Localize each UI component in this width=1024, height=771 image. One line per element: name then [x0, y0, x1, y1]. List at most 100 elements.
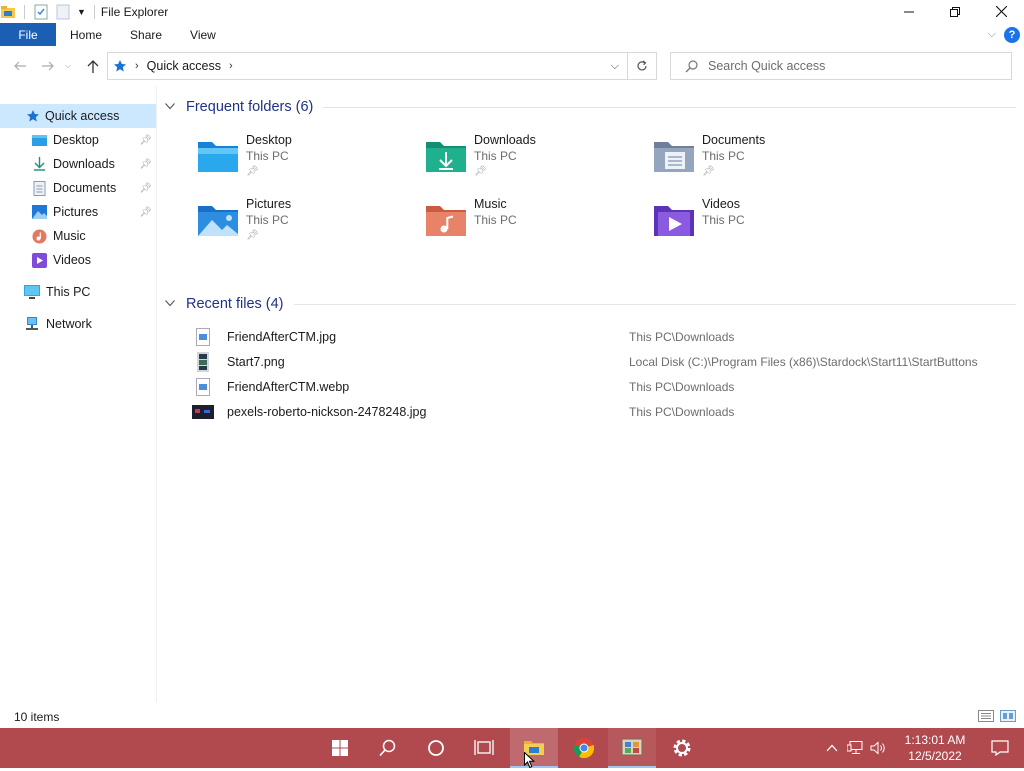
file-name: pexels-roberto-nickson-2478248.jpg [227, 404, 427, 419]
computer-icon [24, 285, 40, 299]
large-icons-view-icon[interactable] [1000, 710, 1016, 722]
folder-name: Videos [702, 197, 740, 211]
address-bar[interactable]: › Quick access › ⌵ [107, 52, 628, 80]
music-folder-icon [424, 200, 468, 240]
customize-toolbar-dropdown[interactable]: ▼ [77, 7, 86, 17]
system-tray [826, 728, 886, 768]
task-view-button[interactable] [460, 728, 508, 768]
file-name: Start7.png [227, 354, 285, 369]
new-folder-icon[interactable] [55, 4, 71, 20]
item-count: 10 items [14, 710, 60, 724]
folder-tile-documents[interactable]: Documents This PC 📌︎ [652, 132, 872, 192]
volume-icon[interactable] [870, 741, 886, 755]
list-item[interactable]: pexels-roberto-nickson-2478248.jpg This … [192, 399, 1012, 424]
taskbar-clock[interactable]: 1:13:01 AM 12/5/2022 [896, 728, 974, 768]
show-hidden-icons-chevron-icon[interactable] [826, 744, 838, 752]
pin-icon[interactable]: 📌︎ [139, 183, 152, 194]
pane-divider[interactable] [156, 86, 157, 702]
search-icon [685, 59, 698, 73]
toolbar-divider [93, 4, 95, 19]
folder-tile-downloads[interactable]: Downloads This PC 📌︎ [424, 132, 644, 192]
file-name: FriendAfterCTM.webp [227, 379, 350, 394]
folder-tile-music[interactable]: Music This PC [424, 196, 644, 256]
folder-tile-pictures[interactable]: Pictures This PC 📌︎ [196, 196, 416, 256]
cortana-button[interactable] [412, 728, 460, 768]
recent-files-header[interactable]: Recent files (4) [160, 291, 1020, 317]
tab-share[interactable]: Share [116, 23, 176, 46]
search-button[interactable] [364, 728, 412, 768]
sidebar-item-documents[interactable]: Documents 📌︎ [0, 176, 156, 200]
folder-location: This PC [246, 213, 289, 227]
folder-location: This PC [702, 213, 745, 227]
pin-icon[interactable]: 📌︎ [139, 135, 152, 146]
sidebar-item-pictures[interactable]: Pictures 📌︎ [0, 200, 156, 224]
breadcrumb-separator-icon[interactable]: › [229, 60, 233, 72]
recent-locations-chevron-icon[interactable]: ⌵ [60, 54, 76, 78]
pictures-folder-icon [196, 200, 240, 240]
expand-ribbon-chevron-icon[interactable]: ⌵ [988, 28, 996, 41]
network-icon [24, 317, 40, 331]
pin-icon[interactable]: 📌︎ [139, 159, 152, 170]
tab-file[interactable]: File [0, 23, 56, 46]
breadcrumb-quick-access[interactable]: Quick access [147, 59, 221, 73]
sidebar-item-music[interactable]: Music [0, 224, 156, 248]
downloads-folder-icon [424, 136, 468, 176]
network-status-icon[interactable] [847, 741, 863, 755]
details-view-icon[interactable] [978, 710, 994, 722]
documents-folder-icon [652, 136, 696, 176]
folder-tile-desktop[interactable]: Desktop This PC 📌︎ [196, 132, 416, 192]
chrome-taskbar-button[interactable] [560, 728, 608, 768]
folder-app-icon[interactable] [0, 4, 16, 20]
pin-icon: 📌︎ [474, 166, 487, 177]
forward-button[interactable] [36, 54, 60, 78]
app-taskbar-button[interactable] [608, 728, 656, 768]
sidebar-item-label: Documents [53, 181, 117, 195]
list-item[interactable]: FriendAfterCTM.jpg This PC\Downloads [192, 324, 1012, 349]
clock-time: 1:13:01 AM [904, 733, 966, 747]
properties-icon[interactable] [33, 4, 49, 20]
sidebar-item-downloads[interactable]: Downloads 📌︎ [0, 152, 156, 176]
content-pane: Frequent folders (6) Desktop This PC 📌︎ [160, 94, 1020, 427]
close-button[interactable] [978, 0, 1024, 23]
frequent-folders-header[interactable]: Frequent folders (6) [160, 94, 1020, 120]
taskbar: 1:13:01 AM 12/5/2022 [0, 728, 1024, 768]
folder-tile-videos[interactable]: Videos This PC [652, 196, 872, 256]
sidebar-item-videos[interactable]: Videos [0, 248, 156, 272]
collapse-chevron-icon[interactable] [165, 299, 179, 310]
list-item[interactable]: FriendAfterCTM.webp This PC\Downloads [192, 374, 1012, 399]
collapse-chevron-icon[interactable] [165, 102, 179, 113]
file-location: This PC\Downloads [629, 379, 735, 394]
up-button[interactable] [81, 54, 105, 78]
breadcrumb-separator-icon[interactable]: › [135, 60, 139, 72]
pin-icon[interactable]: 📌︎ [139, 207, 152, 218]
sidebar-item-quick-access[interactable]: Quick access [0, 104, 156, 128]
ribbon-tabs: File Home Share View ⌵ ? [0, 23, 1024, 46]
videos-folder-icon [652, 200, 696, 240]
section-title: Frequent folders (6) [186, 99, 314, 115]
sidebar-item-desktop[interactable]: Desktop 📌︎ [0, 128, 156, 152]
help-icon[interactable]: ? [1004, 26, 1020, 43]
toolbar-divider [24, 4, 25, 19]
tab-view[interactable]: View [176, 23, 230, 46]
sidebar-item-network[interactable]: Network [0, 312, 156, 336]
section-divider [323, 106, 1016, 108]
settings-taskbar-button[interactable] [658, 728, 706, 768]
search-box[interactable]: Search Quick access [670, 52, 1012, 80]
notification-center-button[interactable] [976, 728, 1024, 768]
list-item[interactable]: Start7.png Local Disk (C:)\Program Files… [192, 349, 1012, 374]
minimize-button[interactable] [886, 0, 932, 23]
sidebar-item-label: Network [46, 317, 92, 331]
quick-access-star-icon [26, 109, 40, 123]
tab-home[interactable]: Home [56, 23, 116, 46]
sidebar-item-this-pc[interactable]: This PC [0, 280, 156, 304]
restore-button[interactable] [932, 0, 978, 23]
image-file-icon [192, 377, 214, 397]
photo-thumbnail-icon [192, 402, 214, 422]
address-dropdown-chevron-icon[interactable]: ⌵ [611, 60, 619, 73]
section-divider [293, 303, 1016, 305]
start-button[interactable] [316, 728, 364, 768]
refresh-button[interactable] [628, 52, 657, 80]
folder-name: Desktop [246, 133, 292, 147]
back-button[interactable] [8, 54, 32, 78]
